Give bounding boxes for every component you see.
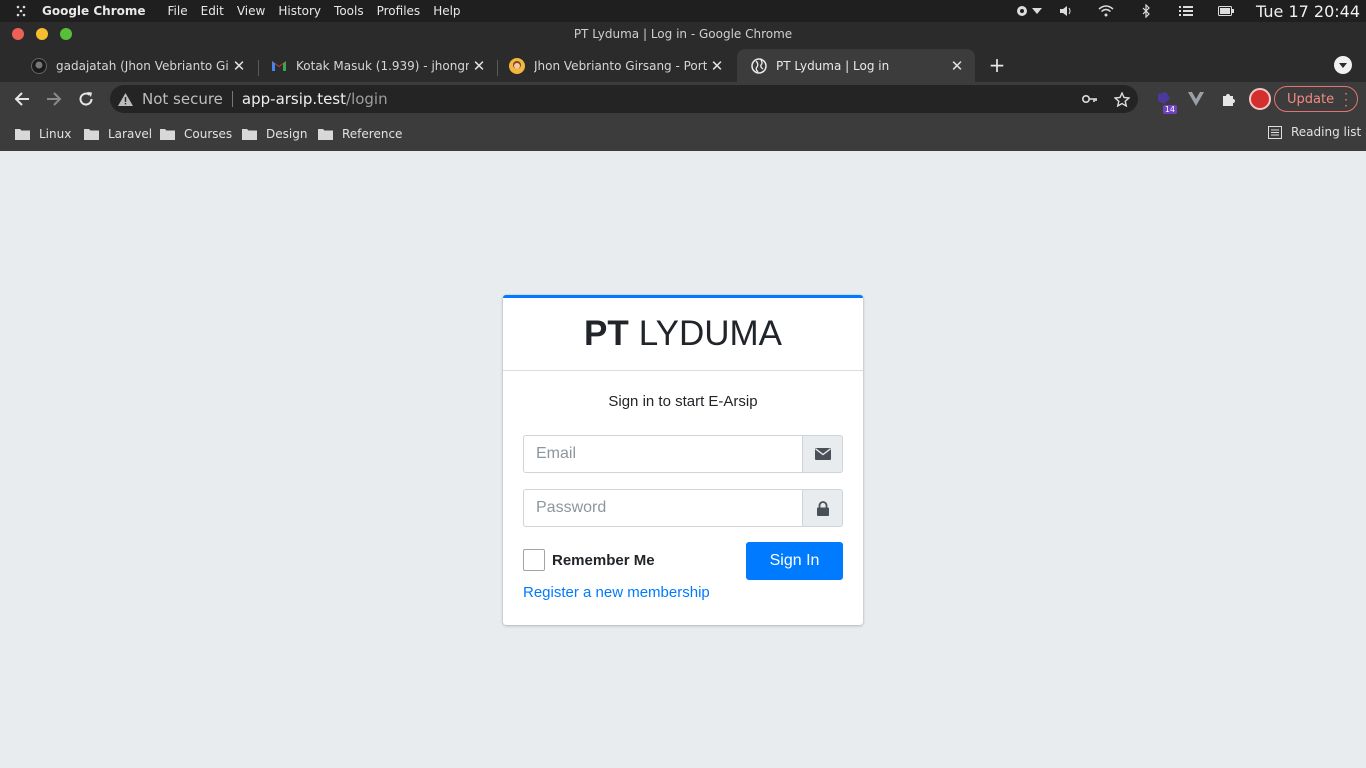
- bookmark-folder-courses[interactable]: Courses: [160, 125, 232, 143]
- list-menu-icon[interactable]: [1166, 5, 1206, 17]
- bookmark-folder-linux[interactable]: Linux: [15, 125, 71, 143]
- bookmark-folder-laravel[interactable]: Laravel: [84, 125, 152, 143]
- brand-name: LYDUMA: [638, 314, 782, 353]
- vue-devtools-icon[interactable]: [1180, 87, 1212, 111]
- menu-edit[interactable]: Edit: [201, 4, 224, 18]
- password-field[interactable]: [523, 489, 802, 527]
- tab-portfolio[interactable]: Jhon Vebrianto Girsang - Portfolio ✕: [495, 49, 735, 82]
- wifi-icon[interactable]: [1086, 5, 1126, 17]
- key-icon[interactable]: [1074, 94, 1106, 104]
- bookmark-folder-design[interactable]: Design: [242, 125, 307, 143]
- tab-title: PT Lyduma | Log in: [776, 58, 890, 73]
- tab-github[interactable]: gadajatah (Jhon Vebrianto Girsang) ✕: [17, 49, 257, 82]
- tab-title: Kotak Masuk (1.939) - jhongrsng2: [296, 58, 469, 73]
- globe-icon: [751, 57, 767, 74]
- address-divider: [231, 91, 233, 107]
- menu-help[interactable]: Help: [433, 4, 460, 18]
- avatar: [1249, 88, 1271, 110]
- login-box-message: Sign in to start E-Arsip: [608, 393, 758, 410]
- forward-arrow-icon[interactable]: [42, 87, 66, 111]
- bookmark-label: Linux: [39, 127, 72, 141]
- more-vertical-icon[interactable]: · · ·: [1344, 88, 1348, 112]
- tab-gmail[interactable]: Kotak Masuk (1.939) - jhongrsng2 ✕: [257, 49, 497, 82]
- os-menu-bar: Google Chrome File Edit View History Too…: [0, 0, 1366, 22]
- dropdown-triangle-icon[interactable]: [1028, 8, 1046, 14]
- portfolio-avatar-icon: [509, 57, 525, 74]
- url-host[interactable]: app-arsip.test: [242, 90, 346, 108]
- extension-badge-count: 14: [1162, 105, 1177, 114]
- tab-title: gadajatah (Jhon Vebrianto Girsang): [56, 58, 229, 73]
- sign-in-button[interactable]: Sign In: [746, 542, 843, 580]
- bookmark-label: Reference: [342, 127, 403, 141]
- tab-close-icon[interactable]: ✕: [947, 57, 967, 75]
- battery-icon[interactable]: [1206, 6, 1246, 16]
- menu-history[interactable]: History: [278, 4, 321, 18]
- folder-icon: [15, 129, 30, 140]
- update-label: Update: [1287, 91, 1335, 107]
- folder-icon: [318, 129, 333, 140]
- back-arrow-icon[interactable]: [10, 87, 34, 111]
- envelope-icon: [802, 435, 843, 473]
- brand-header[interactable]: PT LYDUMA: [503, 298, 863, 371]
- profile-avatar[interactable]: [1244, 87, 1276, 111]
- folder-icon: [242, 129, 257, 140]
- email-field[interactable]: [523, 435, 802, 473]
- reading-list-button[interactable]: Reading list: [1268, 125, 1361, 139]
- extension-badge-icon[interactable]: 14: [1148, 87, 1180, 114]
- github-icon: [31, 57, 47, 74]
- tab-strip: gadajatah (Jhon Vebrianto Girsang) ✕ Kot…: [0, 46, 1366, 82]
- bookmark-label: Courses: [184, 127, 233, 141]
- register-link[interactable]: Register a new membership: [523, 584, 710, 601]
- password-input-group: [523, 489, 843, 527]
- menu-tools[interactable]: Tools: [334, 4, 364, 18]
- tab-title: Jhon Vebrianto Girsang - Portfolio: [534, 58, 707, 73]
- menu-profiles[interactable]: Profiles: [377, 4, 421, 18]
- tab-search-chevron-icon[interactable]: [1334, 56, 1352, 74]
- address-bar[interactable]: Not secure app-arsip.test/login: [110, 85, 1138, 113]
- browser-toolbar: Not secure app-arsip.test/login 14 Updat…: [0, 82, 1366, 116]
- window-title: PT Lyduma | Log in - Google Chrome: [573, 27, 793, 41]
- tab-close-icon[interactable]: ✕: [469, 57, 489, 75]
- tab-close-icon[interactable]: ✕: [707, 57, 727, 75]
- launcher-icon[interactable]: [0, 4, 42, 18]
- os-clock[interactable]: Tue 17 20:44: [1256, 2, 1360, 21]
- url-path[interactable]: /login: [346, 90, 388, 108]
- bookmark-label: Design: [266, 127, 308, 141]
- menu-view[interactable]: View: [237, 4, 265, 18]
- volume-icon[interactable]: [1046, 4, 1086, 18]
- reading-list-label: Reading list: [1291, 125, 1362, 139]
- bluetooth-icon[interactable]: [1126, 4, 1166, 18]
- warning-triangle-icon[interactable]: [118, 92, 134, 106]
- remember-me-checkbox[interactable]: [523, 549, 545, 571]
- bookmarks-bar: Linux Laravel Courses Design Reference R…: [0, 116, 1366, 151]
- folder-icon: [160, 129, 175, 140]
- remember-me[interactable]: Remember Me: [523, 549, 655, 571]
- brand-bold: PT: [584, 314, 629, 353]
- os-app-name[interactable]: Google Chrome: [42, 4, 146, 18]
- extensions-puzzle-icon[interactable]: [1212, 87, 1244, 111]
- tab-close-icon[interactable]: ✕: [229, 57, 249, 75]
- remember-me-label[interactable]: Remember Me: [552, 552, 655, 569]
- folder-icon: [84, 129, 99, 140]
- login-card: PT LYDUMA Sign in to start E-Arsip Remem…: [503, 295, 863, 625]
- update-button[interactable]: Update · · ·: [1274, 86, 1358, 112]
- reload-icon[interactable]: [74, 87, 98, 111]
- lock-icon: [802, 489, 843, 527]
- menu-file[interactable]: File: [168, 4, 188, 18]
- bookmark-star-icon[interactable]: [1106, 91, 1138, 107]
- email-input-group: [523, 435, 843, 473]
- bookmark-label: Laravel: [108, 127, 153, 141]
- bookmark-folder-reference[interactable]: Reference: [318, 125, 402, 143]
- reading-list-icon: [1268, 125, 1282, 139]
- gmail-icon: [271, 58, 287, 74]
- tab-active-login[interactable]: PT Lyduma | Log in ✕: [737, 49, 975, 82]
- security-status[interactable]: Not secure: [142, 90, 223, 108]
- new-tab-plus-icon[interactable]: +: [985, 54, 1009, 78]
- window-title-bar: PT Lyduma | Log in - Google Chrome: [0, 22, 1366, 46]
